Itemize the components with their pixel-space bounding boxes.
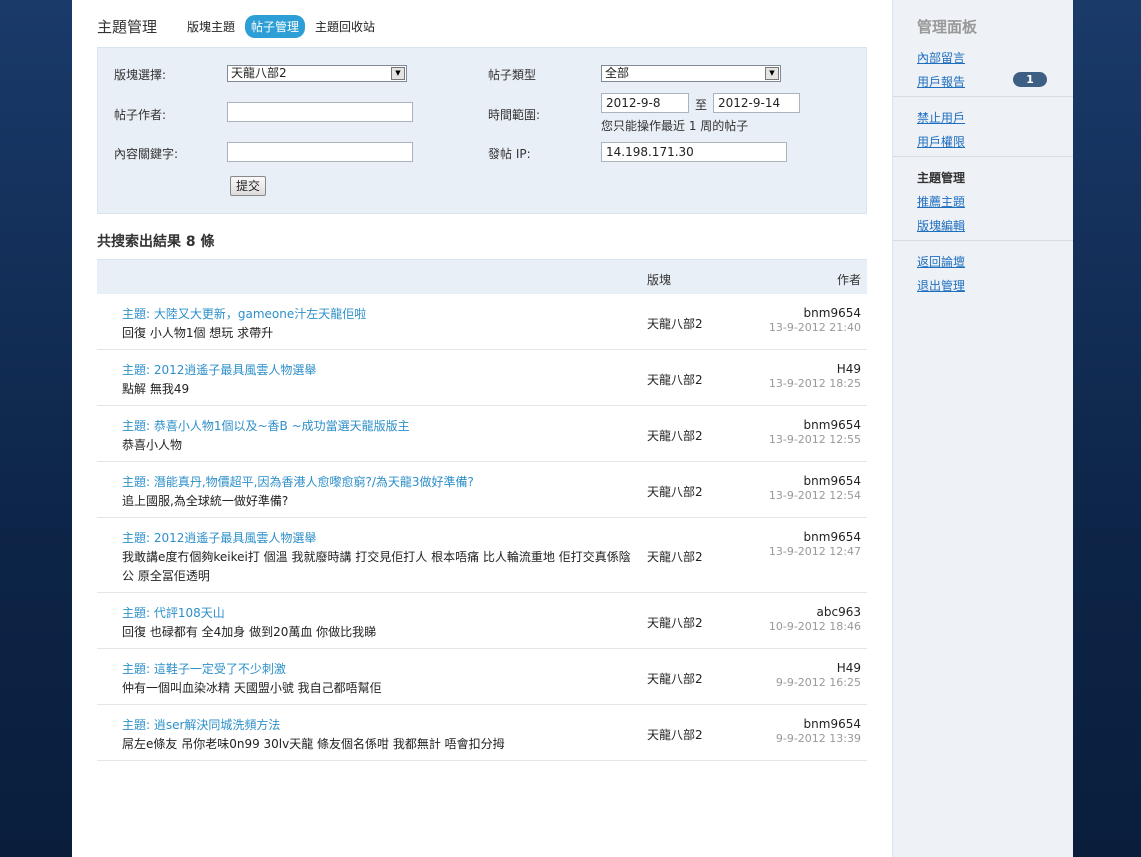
row-subject-link[interactable]: 主題: 逍ser解決同城洗頻方法: [122, 716, 280, 733]
row-body-text: 追上國服,為全球統一做好準備?: [122, 494, 289, 508]
forum-select-label: 版塊選擇:: [114, 68, 167, 82]
row-subject-link[interactable]: 主題: 大陸又大更新，gameone汁左天龍佢啦: [122, 305, 366, 322]
row-body-text: 仲有一個叫血染冰精 天國盟小號 我自己都唔幫佢: [122, 681, 382, 695]
author-input[interactable]: [227, 102, 413, 122]
row-author[interactable]: bnm9654: [804, 474, 861, 488]
sidebar-title: 管理面板: [917, 18, 978, 36]
page-container: 主題管理 版塊主題 帖子管理 主題回收站 版塊選擇: 天龍八部2 ▼ 帖子類型 …: [72, 0, 1073, 857]
time-range-label: 時間範圍:: [488, 108, 541, 122]
row-forum: 天龍八部2: [647, 429, 703, 443]
sidebar-item-recommend-topics[interactable]: 推薦主題: [917, 193, 965, 210]
post-type-select[interactable]: 全部 ▼: [601, 65, 781, 82]
ip-input[interactable]: [601, 142, 787, 162]
row-author[interactable]: bnm9654: [804, 418, 861, 432]
post-type-value: 全部: [605, 66, 630, 80]
row-subject-link[interactable]: 主題: 2012逍遙子最具風雲人物選舉: [122, 529, 316, 546]
report-count-badge: 1: [1013, 72, 1047, 87]
row-body-text: 我敢講e度冇個夠keikei打 個溫 我就廢時講 打交見佢打人 根本唔痛 比人輪…: [122, 550, 631, 583]
table-row: 主題: 大陸又大更新，gameone汁左天龍佢啦 回復 小人物1個 想玩 求帶升 天…: [97, 294, 867, 350]
post-type-label: 帖子類型: [488, 68, 537, 82]
sidebar-item-user-permissions[interactable]: 用戶權限: [917, 133, 965, 150]
date-separator: 至: [695, 98, 708, 112]
sidebar-item-user-reports[interactable]: 用戶報告: [917, 73, 965, 90]
tab-forum-topics[interactable]: 版塊主題: [181, 15, 241, 38]
table-row: 主題: 恭喜小人物1個以及~香Β ~成功當選天龍版版主 恭喜小人物 天龍八部2 bnm…: [97, 406, 867, 462]
table-row: 主題: 2012逍遙子最具風雲人物選舉我敢講e度冇個夠keikei打 個溫 我就…: [97, 518, 867, 593]
row-author[interactable]: bnm9654: [804, 717, 861, 731]
table-row: 主題: 代評108天山回復 也碌都有 全4加身 做到20萬血 你做比我睇 天龍八部…: [97, 593, 867, 649]
sidebar-item-back-to-forum[interactable]: 返回論壇: [917, 253, 965, 270]
sidebar-item-forum-edit[interactable]: 版塊編輯: [917, 217, 965, 234]
forum-select-value: 天龍八部2: [231, 66, 287, 80]
row-forum: 天龍八部2: [647, 485, 703, 499]
sidebar-item-ban-user[interactable]: 禁止用戶: [917, 109, 965, 126]
row-subject-link[interactable]: 主題: 2012逍遙子最具風雲人物選舉: [122, 361, 316, 378]
sidebar-section-topic-management: 主題管理: [917, 171, 966, 185]
row-subject-link[interactable]: 主題: 代評108天山: [122, 604, 225, 621]
row-body-text: 點解 無我49: [122, 382, 190, 396]
row-body-text: 回復 小人物1個 想玩 求帶升: [122, 326, 274, 340]
chevron-down-icon: ▼: [391, 67, 405, 80]
row-forum: 天龍八部2: [647, 672, 703, 686]
search-form: 版塊選擇: 天龍八部2 ▼ 帖子類型 全部 ▼ 帖子作者: 時間範圍: 至 您只…: [97, 47, 867, 214]
divider: [893, 156, 1073, 157]
sidebar-item-logout[interactable]: 退出管理: [917, 277, 965, 294]
page-title: 主題管理: [97, 17, 158, 36]
row-time: 9-9-2012 13:39: [775, 732, 861, 745]
row-forum: 天龍八部2: [647, 728, 703, 742]
row-subject-link[interactable]: 主題: 這鞋子一定受了不少刺激: [122, 660, 286, 677]
result-count: 共搜索出結果 8 條: [97, 234, 215, 250]
results-table: 版塊 作者 主題: 大陸又大更新，gameone汁左天龍佢啦 回復 小人物1個 想…: [97, 259, 867, 761]
forum-select[interactable]: 天龍八部2 ▼: [227, 65, 407, 82]
row-author[interactable]: H49: [837, 661, 861, 675]
row-author[interactable]: H49: [837, 362, 861, 376]
row-time: 10-9-2012 18:46: [768, 620, 861, 633]
table-row: 主題: 逍ser解決同城洗頻方法屌左e條友 吊你老味0n99 30lv天龍 條友…: [97, 705, 867, 761]
row-time: 13-9-2012 12:47: [768, 545, 861, 558]
table-row: 主題: 潛能真丹,物價超平,因為香港人愈嚟愈窮?/為天龍3做好準備? 追上國服,為…: [97, 462, 867, 518]
tab-post-management[interactable]: 帖子管理: [245, 14, 306, 38]
row-forum: 天龍八部2: [647, 616, 703, 630]
tab-recycle-bin[interactable]: 主題回收站: [309, 15, 381, 38]
sidebar-item-internal-messages[interactable]: 內部留言: [917, 49, 965, 66]
row-author[interactable]: bnm9654: [804, 306, 861, 320]
row-time: 9-9-2012 16:25: [775, 676, 861, 689]
column-forum: 版塊: [647, 273, 672, 287]
table-body: 主題: 大陸又大更新，gameone汁左天龍佢啦 回復 小人物1個 想玩 求帶升天…: [97, 294, 867, 761]
table-row: 主題: 這鞋子一定受了不少刺激仲有一個叫血染冰精 天國盟小號 我自己都唔幫佢 天龍…: [97, 649, 867, 705]
chevron-down-icon: ▼: [765, 67, 779, 80]
row-subject-link[interactable]: 主題: 潛能真丹,物價超平,因為香港人愈嚟愈窮?/為天龍3做好準備?: [122, 473, 474, 490]
divider: [893, 240, 1073, 241]
row-author[interactable]: bnm9654: [804, 530, 861, 544]
submit-button[interactable]: 提交: [230, 176, 267, 196]
admin-sidebar: 管理面板 內部留言 用戶報告 1 禁止用戶 用戶權限 主題管理 推薦主題 版塊編…: [892, 0, 1073, 857]
row-time: 13-9-2012 12:54: [768, 489, 861, 502]
row-body-text: 屌左e條友 吊你老味0n99 30lv天龍 條友個名係咁 我都無計 唔會扣分拇: [122, 737, 505, 751]
row-author[interactable]: abc963: [817, 605, 861, 619]
author-label: 帖子作者:: [114, 108, 167, 122]
main-content: 主題管理 版塊主題 帖子管理 主題回收站 版塊選擇: 天龍八部2 ▼ 帖子類型 …: [72, 0, 892, 857]
row-time: 13-9-2012 21:40: [768, 321, 861, 334]
table-row: 主題: 2012逍遙子最具風雲人物選舉 點解 無我49 天龍八部2 H49 13-9-2…: [97, 350, 867, 406]
keyword-input[interactable]: [227, 142, 413, 162]
row-time: 13-9-2012 12:55: [768, 433, 861, 446]
row-body-text: 回復 也碌都有 全4加身 做到20萬血 你做比我睇: [122, 625, 377, 639]
top-nav: 主題管理 版塊主題 帖子管理 主題回收站: [97, 14, 385, 38]
time-range-hint: 您只能操作最近 1 周的帖子: [601, 119, 749, 133]
row-subject-link[interactable]: 主題: 恭喜小人物1個以及~香Β ~成功當選天龍版版主: [122, 417, 410, 434]
date-to-input[interactable]: [713, 93, 800, 113]
row-body-text: 恭喜小人物: [122, 438, 183, 452]
column-author: 作者: [836, 273, 861, 287]
row-forum: 天龍八部2: [647, 550, 703, 564]
row-time: 13-9-2012 18:25: [768, 377, 861, 390]
row-forum: 天龍八部2: [647, 373, 703, 387]
row-forum: 天龍八部2: [647, 317, 703, 331]
date-from-input[interactable]: [601, 93, 689, 113]
table-header: 版塊 作者: [97, 259, 867, 294]
keyword-label: 內容關鍵字:: [114, 147, 179, 161]
ip-label: 發帖 IP:: [488, 147, 531, 161]
divider: [893, 96, 1073, 97]
